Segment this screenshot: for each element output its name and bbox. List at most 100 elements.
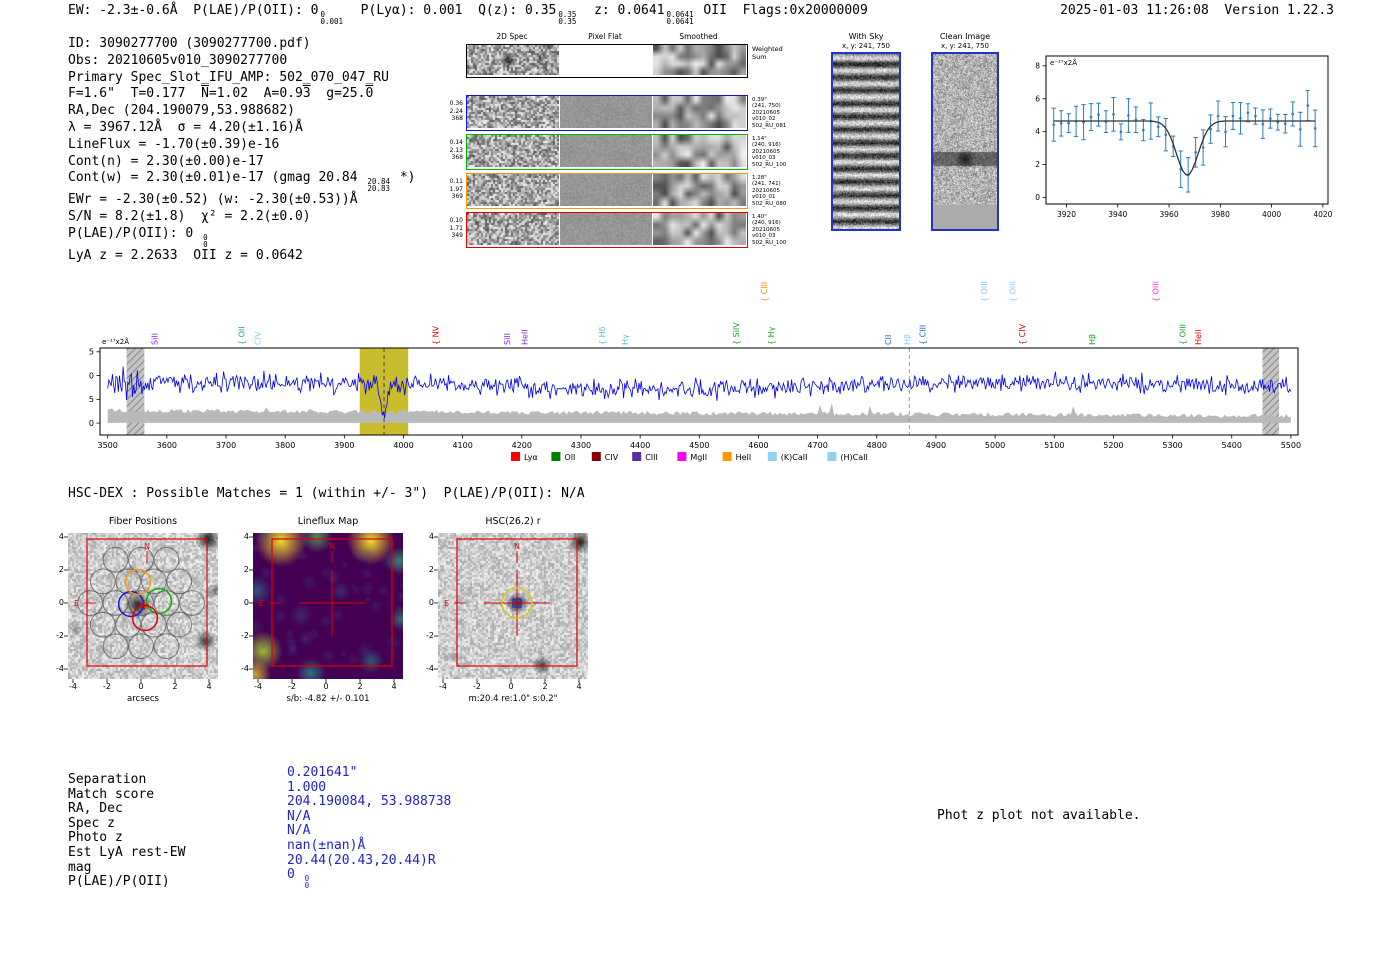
y-axis-tick-label: 0 — [58, 598, 64, 607]
svg-text:5300: 5300 — [1162, 441, 1182, 450]
y-axis-tick-label: -4 — [426, 664, 434, 673]
grain2d-strip — [467, 213, 559, 245]
y-axis-tick-label: 2 — [243, 565, 249, 574]
svg-text:Hγ: Hγ — [621, 334, 630, 345]
spec2d-row-left-labels: 0.11 1.97 369 — [449, 178, 463, 200]
x-axis-tick-label: -4 — [254, 682, 262, 691]
svg-text:{ CIV: { CIV — [1018, 323, 1027, 345]
clean-image-coords: x, y: 241, 750 — [941, 42, 989, 50]
svg-text:CIV: CIV — [253, 331, 262, 345]
y-axis-tick-label: 2 — [428, 565, 434, 574]
hsc-r-cutout: HSC(26.2) r NE m:20.4 re:1.0" s:0.2" -4-… — [426, 516, 588, 704]
info-line: Cont(w) = 2.30(±0.01)e-17 (gmag 20.84 20… — [68, 170, 416, 194]
full-spectrum-plot: 3500 3600 3700 3800 3900 4000 4100 4200 4300 4400… — [88, 281, 1301, 462]
svg-text:0.0: 0.0 — [88, 419, 94, 428]
svg-text:4020: 4020 — [1313, 210, 1332, 219]
svg-text:2.5: 2.5 — [88, 395, 94, 404]
y-axis-tick-label: -2 — [241, 631, 249, 640]
spec2d-col-header: 2D Spec — [496, 32, 528, 41]
svg-text:4100: 4100 — [452, 441, 472, 450]
svg-text:N: N — [329, 542, 335, 551]
spec2d-row-left-labels: 0.10 1.71 349 — [449, 217, 463, 239]
fiber-positions-overlay: NE — [64, 536, 210, 683]
stacked-value: 0.35 0.35 — [558, 10, 577, 26]
svg-text:4600: 4600 — [748, 441, 768, 450]
svg-text:{ NV: { NV — [432, 325, 441, 345]
zoom-axes: 3920 3940 3960 3980 4000 4020 0 2 4 6 8 e⁻¹⁷x2Å — [1035, 55, 1333, 219]
grain2d-strip — [467, 174, 559, 206]
center-cross — [139, 600, 149, 610]
svg-text:3960: 3960 — [1160, 210, 1179, 219]
smooth-strip — [653, 213, 746, 245]
stacked-value: 0.0641 0.0641 — [666, 10, 694, 26]
svg-text:HeII: HeII — [1194, 329, 1203, 345]
smooth-strip — [653, 96, 746, 128]
header-datetime-version: 2025-01-03 11:26:08 Version 1.22.3 — [1060, 3, 1334, 18]
x-axis-tick-label: 0 — [508, 682, 514, 691]
y-axis-tick-label: -2 — [426, 631, 434, 640]
svg-text:e⁻¹⁷x2Å: e⁻¹⁷x2Å — [1050, 58, 1077, 67]
y-axis-tick-label: 4 — [243, 532, 249, 541]
hsc-dex-match-line: HSC-DEX : Possible Matches = 1 (within +… — [68, 486, 585, 501]
line-marker-labels: SiII { OII CIV { NV SiII HeII { Hδ Hγ { SiIV { CI… — [151, 281, 1204, 345]
cutout-title: Fiber Positions — [108, 516, 178, 527]
svg-text:{ OIII: { OIII — [980, 281, 989, 302]
svg-text:(K)CaII: (K)CaII — [781, 453, 808, 462]
svg-text:3920: 3920 — [1057, 210, 1076, 219]
detection-info-block: ID: 3090277700 (3090277700.pdf) Obs: 2021… — [68, 36, 415, 265]
info-line: Obs: 20210605v010_3090277700 — [68, 52, 288, 68]
weighted-smoothed-strip — [653, 45, 746, 75]
weighted-sum-label: Weighted Sum — [752, 45, 783, 61]
svg-text:3940: 3940 — [1108, 210, 1127, 219]
spec2d-row-right-labels: 1.40" (240, 916) 20210605 v010_03 502_RU… — [752, 214, 787, 246]
svg-text:4500: 4500 — [689, 441, 709, 450]
svg-text:5200: 5200 — [1103, 441, 1123, 450]
gaussian-fit-line — [1053, 120, 1316, 176]
smooth-strip — [653, 174, 746, 206]
spec2d-row — [466, 134, 748, 170]
svg-text:5400: 5400 — [1222, 441, 1242, 450]
info-line: Cont(n) = 2.30(±0.00)e-17 — [68, 153, 264, 169]
spec2d-row — [466, 95, 748, 131]
svg-text:4700: 4700 — [807, 441, 827, 450]
header-summary: EW: -2.3±-0.6Å P(LAE)/P(OII): 0 0 0.001 P(… — [68, 3, 868, 26]
svg-text:{ CIII: { CIII — [760, 282, 769, 302]
svg-text:3500: 3500 — [98, 441, 118, 450]
svg-text:8: 8 — [1035, 61, 1040, 70]
with-sky-title: With Sky — [848, 32, 884, 41]
noise-floor — [107, 402, 1291, 423]
elixer-report-page: EW: -2.3±-0.6Å P(LAE)/P(OII): 0 0 0.001 P(… — [0, 0, 1400, 953]
info-line: S/N = 8.2(±1.8) χ² = 2.2(±0.0) — [68, 209, 311, 225]
smooth-strip — [653, 135, 746, 167]
x-axis-tick-label: -2 — [288, 682, 296, 691]
spec2d-row-right-labels: 0.39" (241, 750) 20210605 v010_02 502_RU… — [752, 97, 787, 129]
svg-text:{ Hδ: { Hδ — [598, 326, 607, 345]
svg-text:{ CIII: { CIII — [918, 325, 927, 345]
svg-text:{ OIII: { OIII — [1152, 281, 1161, 302]
x-axis-tick-label: -4 — [439, 682, 447, 691]
info-line: Primary Spec_Slot_IFU_AMP: 502_070_047_R… — [68, 69, 389, 85]
svg-text:Hβ: Hβ — [1088, 334, 1097, 345]
grain2d-strip — [467, 135, 559, 167]
svg-text:E: E — [259, 599, 264, 608]
svg-text:5100: 5100 — [1044, 441, 1064, 450]
with-sky-panel: With Sky x, y: 241, 750 — [830, 32, 902, 231]
with-sky-image — [833, 54, 899, 229]
x-axis-tick-label: 2 — [542, 682, 548, 691]
info-line: F=1.6" T=0.177 N=1.02 A=0.93 g=25.0 — [68, 86, 374, 102]
y-axis-tick-label: -2 — [56, 631, 64, 640]
stacked-value: 0 0.001 — [320, 10, 344, 26]
spec2d-row-right-labels: 1.28" (241, 741) 20210605 v010_01 502_RU… — [752, 175, 787, 207]
svg-text:N: N — [514, 542, 520, 551]
svg-text:4200: 4200 — [512, 441, 532, 450]
svg-text:2: 2 — [1035, 160, 1040, 169]
svg-text:{ SiIV: { SiIV — [732, 322, 741, 345]
weighted-2d-spec-strip — [467, 45, 559, 75]
y-axis-tick-label: 0 — [243, 598, 249, 607]
svg-text:CII: CII — [884, 335, 893, 345]
svg-text:4000: 4000 — [1262, 210, 1281, 219]
crosshair — [299, 570, 365, 636]
x-axis-tick-label: 4 — [206, 682, 212, 691]
svg-text:{ Hγ: { Hγ — [767, 326, 776, 345]
zoom-errorbars — [1051, 89, 1318, 193]
